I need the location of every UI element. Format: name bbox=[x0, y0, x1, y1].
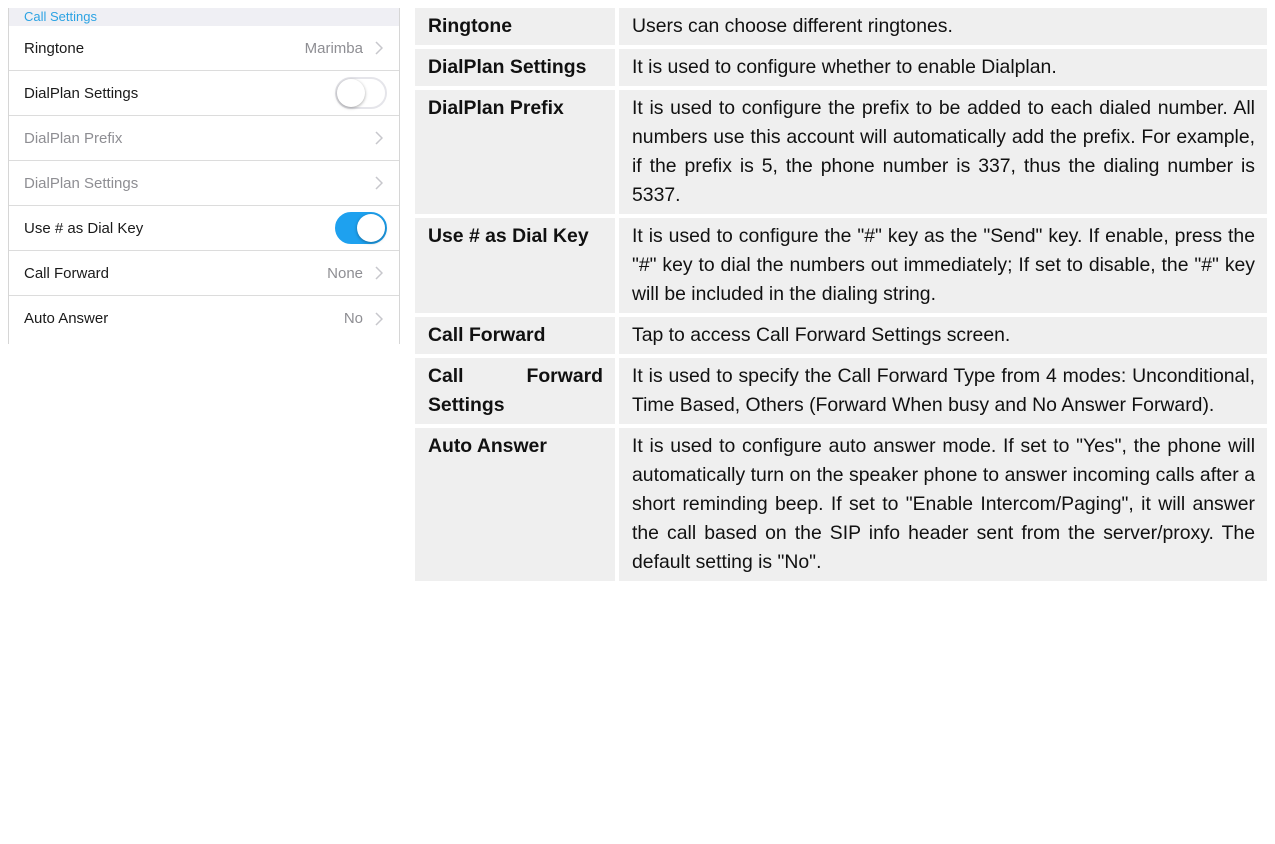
row-label: Use # as Dial Key bbox=[24, 219, 144, 237]
row-label: DialPlan Settings bbox=[24, 84, 139, 102]
table-row: Call Forward Settings It is used to spec… bbox=[415, 358, 1267, 428]
table-row: Ringtone Users can choose different ring… bbox=[415, 8, 1267, 49]
term-cell: Call Forward bbox=[415, 317, 619, 358]
table-row: Use # as Dial Key It is used to configur… bbox=[415, 218, 1267, 317]
definition-cell: It is used to configure the prefix to be… bbox=[619, 90, 1267, 218]
row-value: Marimba bbox=[304, 39, 363, 57]
toggle-knob bbox=[357, 214, 385, 242]
row-value: No bbox=[343, 310, 363, 327]
term-cell: Auto Answer bbox=[415, 428, 619, 585]
definition-cell: It is used to configure auto answer mode… bbox=[619, 428, 1267, 585]
dial-key-toggle[interactable] bbox=[335, 212, 387, 244]
term-cell: Ringtone bbox=[415, 8, 619, 49]
settings-description-table: Ringtone Users can choose different ring… bbox=[415, 8, 1267, 585]
table-row: DialPlan Prefix It is used to configure … bbox=[415, 90, 1267, 218]
toggle-knob bbox=[337, 79, 365, 107]
call-settings-panel: Call Settings Ringtone Marimba DialPlan … bbox=[8, 8, 400, 344]
definition-cell: Users can choose different ringtones. bbox=[619, 8, 1267, 49]
row-label: Call Forward bbox=[24, 264, 110, 282]
term-cell: Use # as Dial Key bbox=[415, 218, 619, 317]
definition-cell: Tap to access Call Forward Settings scre… bbox=[619, 317, 1267, 358]
chevron-right-icon bbox=[371, 130, 387, 146]
dialplan-settings-detail-row[interactable]: DialPlan Settings bbox=[9, 161, 399, 206]
row-label: Ringtone bbox=[24, 39, 85, 57]
chevron-right-icon bbox=[371, 265, 387, 281]
row-label: DialPlan Settings bbox=[24, 174, 139, 192]
chevron-right-icon bbox=[371, 175, 387, 191]
row-label: DialPlan Prefix bbox=[24, 129, 123, 147]
section-header: Call Settings bbox=[9, 8, 399, 26]
term-cell: DialPlan Prefix bbox=[415, 90, 619, 218]
call-forward-row[interactable]: Call Forward None bbox=[9, 251, 399, 296]
row-label: Auto Answer bbox=[24, 310, 109, 327]
ringtone-row[interactable]: Ringtone Marimba bbox=[9, 26, 399, 71]
chevron-right-icon bbox=[371, 40, 387, 56]
chevron-right-icon bbox=[371, 311, 387, 327]
definition-cell: It is used to specify the Call Forward T… bbox=[619, 358, 1267, 428]
dial-key-row: Use # as Dial Key bbox=[9, 206, 399, 251]
dialplan-prefix-row[interactable]: DialPlan Prefix bbox=[9, 116, 399, 161]
row-value: None bbox=[327, 264, 363, 282]
definition-cell: It is used to configure whether to enabl… bbox=[619, 49, 1267, 90]
term-cell: DialPlan Settings bbox=[415, 49, 619, 90]
definition-cell: It is used to configure the "#" key as t… bbox=[619, 218, 1267, 317]
term-cell: Call Forward Settings bbox=[415, 358, 619, 428]
table-row: Auto Answer It is used to configure auto… bbox=[415, 428, 1267, 585]
auto-answer-row[interactable]: Auto Answer No bbox=[9, 296, 399, 341]
table-row: DialPlan Settings It is used to configur… bbox=[415, 49, 1267, 90]
dialplan-settings-row: DialPlan Settings bbox=[9, 71, 399, 116]
table-row: Call Forward Tap to access Call Forward … bbox=[415, 317, 1267, 358]
dialplan-settings-toggle[interactable] bbox=[335, 77, 387, 109]
